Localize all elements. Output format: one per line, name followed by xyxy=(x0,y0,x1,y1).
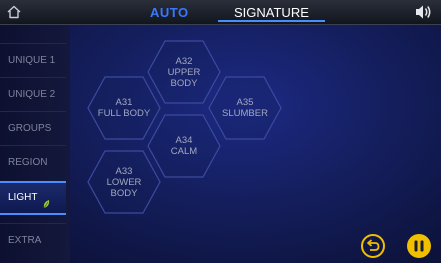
sidebar-item-extra[interactable]: EXTRA xyxy=(0,223,66,257)
sidebar: UNIQUE 1 UNIQUE 2 GROUPS REGION LIGHT EX… xyxy=(0,25,70,263)
sidebar-item-unique-1[interactable]: UNIQUE 1 xyxy=(0,43,66,77)
top-bar: AUTO SIGNATURE xyxy=(0,0,441,25)
app-screen: AUTO SIGNATURE UNIQUE 1 UNIQUE 2 GROUPS … xyxy=(0,0,441,263)
program-hex-a33[interactable]: A33 LOWER BODY xyxy=(87,150,161,214)
program-code: A35 xyxy=(236,97,254,108)
program-code: A34 xyxy=(175,135,193,146)
back-button[interactable] xyxy=(361,234,385,258)
program-name-line: SLUMBER xyxy=(222,108,268,119)
program-name-line: CALM xyxy=(170,146,198,157)
sidebar-item-unique-2[interactable]: UNIQUE 2 xyxy=(0,77,66,111)
program-code: A32 xyxy=(175,55,193,67)
program-name-line: BODY xyxy=(110,187,138,199)
program-name-line: FULL BODY xyxy=(97,108,151,119)
hex-text: A33 LOWER BODY xyxy=(87,150,161,214)
leaf-icon xyxy=(43,192,50,209)
tab-signature[interactable]: SIGNATURE xyxy=(218,0,325,22)
sidebar-item-label: EXTRA xyxy=(8,235,42,246)
tab-auto[interactable]: AUTO xyxy=(150,5,189,20)
sidebar-item-light[interactable]: LIGHT xyxy=(0,181,66,215)
program-code: A33 xyxy=(115,165,133,177)
sidebar-item-region[interactable]: REGION xyxy=(0,145,66,179)
sidebar-item-label: LIGHT xyxy=(8,192,38,203)
sidebar-item-label: REGION xyxy=(8,157,48,168)
sidebar-item-groups[interactable]: GROUPS xyxy=(0,111,66,145)
pause-button[interactable] xyxy=(407,234,431,258)
program-name-line: UPPER xyxy=(167,66,201,78)
sidebar-item-label: GROUPS xyxy=(8,123,52,134)
sidebar-item-label: UNIQUE 2 xyxy=(8,89,56,100)
program-code: A31 xyxy=(115,97,133,108)
program-name-line: BODY xyxy=(170,77,198,89)
return-icon xyxy=(367,239,380,251)
speaker-icon[interactable] xyxy=(413,3,433,21)
program-name-line: LOWER xyxy=(106,176,142,188)
pause-icon xyxy=(414,240,424,252)
sidebar-item-label: UNIQUE 1 xyxy=(8,55,56,66)
home-icon[interactable] xyxy=(6,4,22,20)
